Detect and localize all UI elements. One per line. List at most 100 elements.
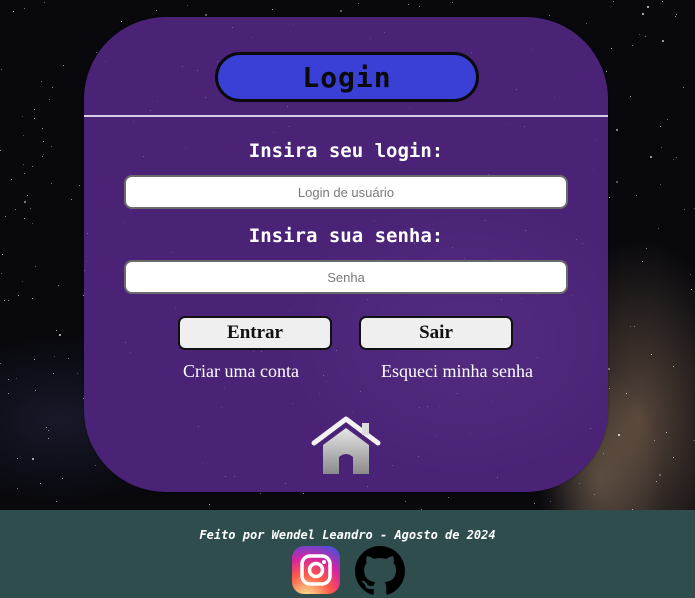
star-dot — [59, 334, 61, 336]
card-star-dot — [554, 97, 555, 98]
star-dot — [42, 128, 43, 129]
home-icon[interactable] — [310, 415, 382, 477]
star-dot — [667, 119, 668, 120]
star-dot — [42, 156, 43, 157]
card-star-dot — [205, 97, 206, 98]
card-star-dot — [122, 331, 123, 332]
password-label: Insira sua senha: — [248, 225, 444, 247]
card-star-dot — [157, 101, 158, 102]
card-star-dot — [326, 381, 327, 382]
star-dot — [684, 209, 685, 210]
card-star-dot — [130, 352, 131, 353]
card-star-dot — [124, 222, 125, 223]
card-star-dot — [409, 108, 410, 109]
card-star-dot — [457, 393, 458, 394]
star-dot — [17, 458, 18, 459]
star-dot — [95, 465, 96, 466]
star-dot — [32, 458, 34, 460]
card-star-dot — [105, 26, 106, 27]
card-star-dot — [418, 456, 419, 457]
star-dot — [632, 45, 633, 46]
star-dot — [32, 223, 33, 224]
star-dot — [53, 373, 54, 374]
star-dot — [626, 393, 627, 394]
star-dot — [34, 109, 35, 110]
star-dot — [613, 1, 614, 2]
star-dot — [40, 483, 41, 484]
star-dot — [52, 87, 53, 88]
star-dot — [48, 438, 49, 439]
star-dot — [0, 363, 1, 364]
password-input[interactable] — [124, 260, 568, 294]
star-dot — [43, 141, 44, 142]
card-star-dot — [150, 110, 151, 111]
star-dot — [46, 427, 47, 428]
star-dot — [8, 300, 9, 301]
card-star-dot — [501, 299, 502, 300]
star-dot — [303, 493, 304, 494]
star-dot — [630, 326, 631, 327]
github-icon[interactable] — [355, 546, 405, 596]
star-dot — [586, 23, 587, 24]
card-star-dot — [261, 351, 262, 352]
star-dot — [673, 159, 674, 160]
star-dot — [23, 164, 24, 165]
card-star-dot — [130, 490, 131, 491]
card-star-dot — [336, 350, 337, 351]
card-star-dot — [105, 61, 106, 62]
card-star-dot — [492, 401, 493, 402]
forgot-password-link[interactable]: Esqueci minha senha — [381, 361, 533, 382]
star-dot — [35, 266, 36, 267]
exit-button[interactable]: Sair — [359, 316, 513, 350]
card-star-dot — [224, 387, 225, 388]
star-dot — [616, 129, 618, 131]
star-dot — [609, 388, 610, 389]
star-dot — [5, 216, 6, 217]
star-dot — [676, 14, 677, 15]
star-dot — [8, 379, 9, 380]
star-dot — [56, 501, 57, 502]
card-star-dot — [352, 412, 353, 413]
create-account-link[interactable]: Criar uma conta — [183, 361, 299, 382]
login-input[interactable] — [124, 175, 568, 209]
card-star-dot — [289, 126, 290, 127]
card-star-dot — [323, 375, 324, 376]
star-dot — [675, 16, 676, 17]
star-dot — [534, 503, 535, 504]
star-dot — [646, 248, 647, 249]
star-dot — [673, 457, 674, 458]
star-dot — [209, 504, 210, 505]
card-star-dot — [182, 66, 183, 67]
star-dot — [8, 393, 9, 394]
star-dot — [651, 354, 652, 355]
star-dot — [11, 179, 12, 180]
star-dot — [609, 197, 610, 198]
star-dot — [603, 453, 604, 454]
star-dot — [452, 2, 453, 3]
star-dot — [32, 166, 33, 167]
star-dot — [358, 3, 359, 4]
card-star-dot — [287, 106, 288, 107]
star-dot — [34, 118, 35, 119]
card-star-dot — [537, 357, 538, 358]
star-dot — [340, 10, 342, 12]
card-star-dot — [392, 465, 393, 466]
card-star-dot — [590, 428, 591, 429]
star-dot — [13, 11, 14, 12]
star-dot — [408, 4, 409, 5]
star-dot — [260, 493, 261, 494]
star-dot — [16, 378, 17, 379]
star-dot — [41, 81, 42, 82]
card-star-dot — [225, 476, 226, 477]
enter-button[interactable]: Entrar — [178, 316, 332, 350]
card-star-dot — [175, 307, 176, 308]
card-star-dot — [374, 220, 375, 221]
star-dot — [608, 368, 610, 370]
instagram-icon[interactable] — [292, 546, 340, 594]
star-dot — [156, 10, 157, 11]
star-dot — [549, 15, 550, 16]
star-dot — [639, 34, 640, 35]
card-star-dot — [464, 258, 465, 259]
card-star-dot — [234, 476, 235, 477]
star-dot — [630, 96, 631, 97]
